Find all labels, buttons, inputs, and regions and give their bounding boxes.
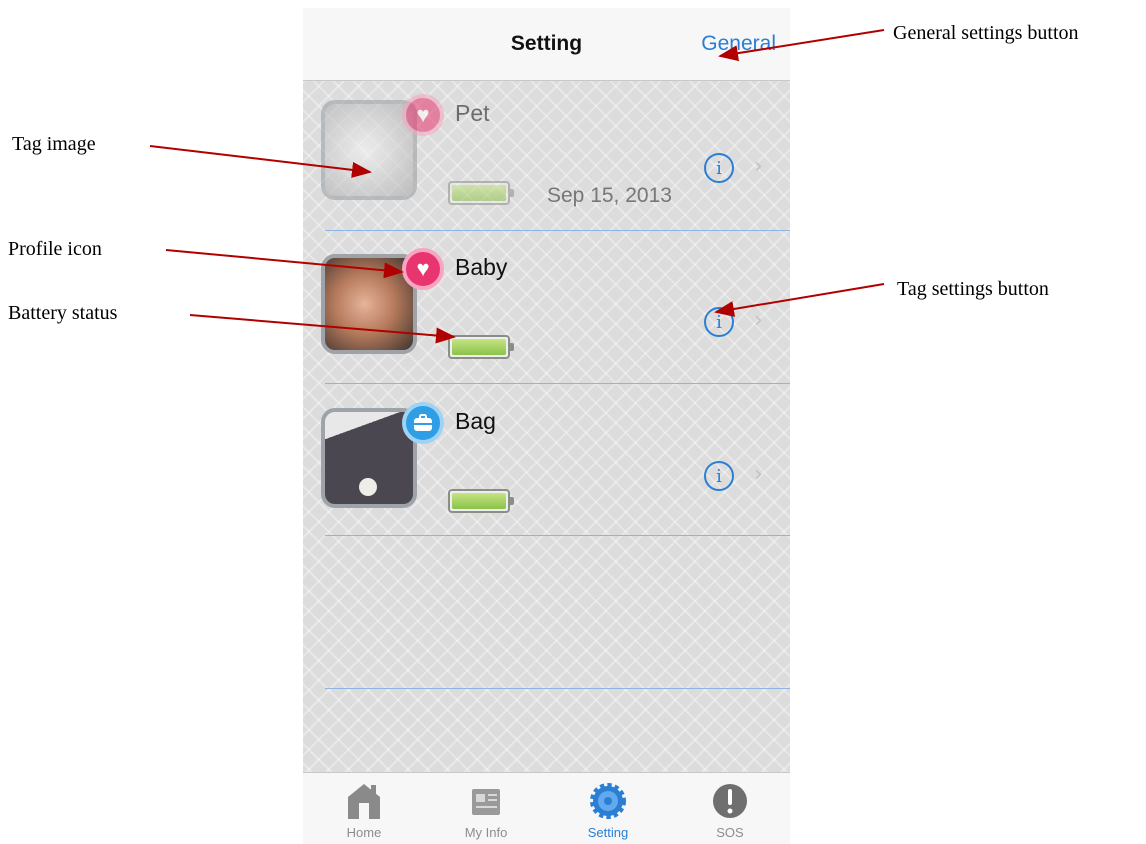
- annotation-arrows: [149, 29, 885, 344]
- arrow-general-settings: [718, 29, 885, 62]
- arrow-battery-status: [189, 314, 456, 344]
- arrow-tag-settings: [714, 283, 885, 317]
- arrow-profile-icon: [165, 249, 404, 279]
- arrow-tag-image: [149, 145, 372, 178]
